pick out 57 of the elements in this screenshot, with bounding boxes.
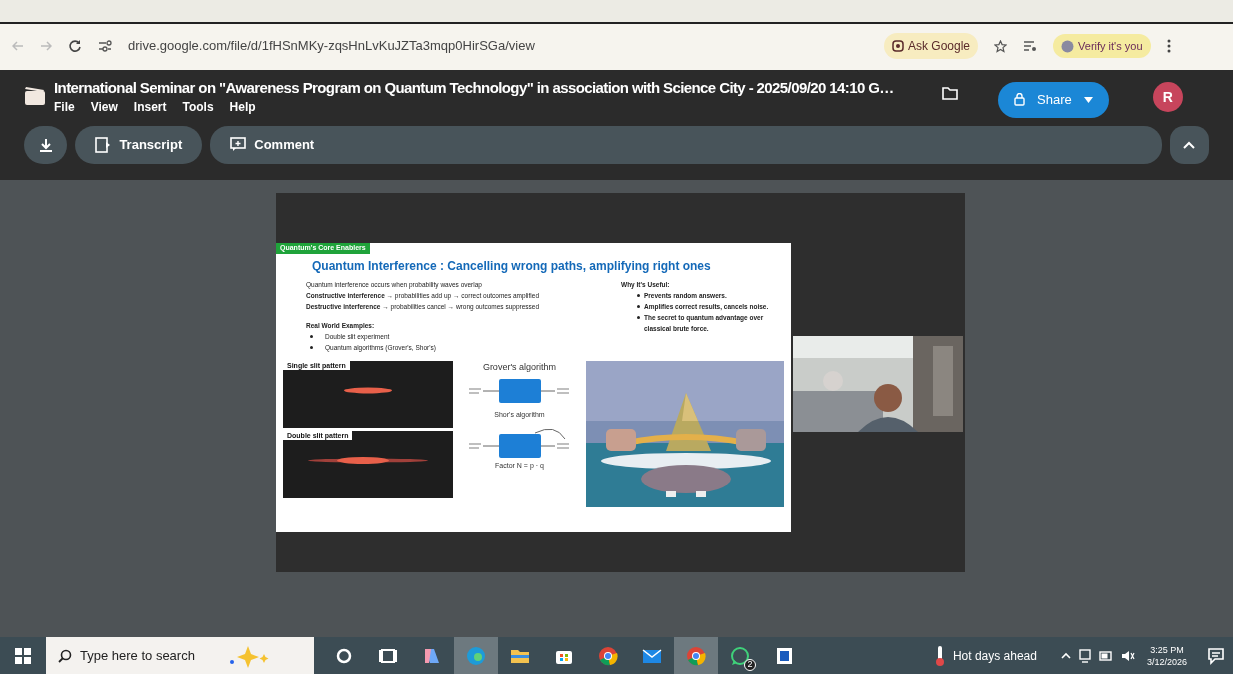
menu-item[interactable]: Help (229, 98, 256, 116)
more-icon[interactable] (1166, 39, 1171, 53)
chevron-up-icon[interactable] (1060, 652, 1071, 659)
transcript-button[interactable]: Transcript (75, 125, 203, 164)
menu-item[interactable]: Insert (133, 98, 167, 116)
browser-icon (465, 644, 487, 667)
file-title: International Seminar on "Awareness Program on Quantum Technology" in association with Science City - 2025/09/20 14:10 G… (54, 78, 894, 98)
browser-icon (685, 644, 707, 667)
transcript-icon (95, 136, 112, 153)
weather-text[interactable]: Hot days ahead (952, 646, 1037, 665)
avatar[interactable]: R (1152, 82, 1183, 112)
bookmark-star-icon[interactable] (994, 39, 1008, 53)
folder-icon[interactable] (942, 86, 958, 100)
chat-icon (729, 644, 751, 667)
collapse-button[interactable] (1169, 125, 1209, 164)
video-file-icon (24, 86, 46, 106)
share-button[interactable]: Share (998, 82, 1109, 118)
menu-item[interactable]: File (54, 98, 75, 116)
speaker-icon[interactable] (1120, 649, 1135, 662)
media-icon[interactable] (1023, 40, 1038, 52)
bullet-icon (637, 293, 640, 297)
menu-item[interactable]: Tools (182, 98, 214, 116)
glow-drawing (344, 386, 392, 394)
dropdown-icon (1083, 96, 1093, 103)
slide-heading: Quantum Interference : Cancelling wrong paths, amplifying right ones (312, 257, 712, 275)
bullet-icon (310, 334, 313, 338)
bullet-icon (637, 315, 640, 319)
windows-icon (15, 647, 31, 664)
lock-icon (1014, 93, 1025, 107)
notifications-icon[interactable] (1207, 646, 1225, 665)
search-field[interactable]: Type here to search (46, 637, 314, 674)
clock-time[interactable]: 3:25 PM (1150, 643, 1184, 656)
download-icon (38, 137, 53, 152)
thermometer-icon (934, 644, 945, 667)
reload-icon[interactable] (68, 39, 82, 53)
network-icon[interactable] (1078, 648, 1091, 663)
profile-button[interactable]: Verify it's you (1053, 33, 1151, 59)
diagram-title: Grover's algorithm (482, 360, 557, 374)
bullet-icon (310, 345, 313, 349)
lens-icon (892, 40, 904, 52)
download-button[interactable] (24, 125, 68, 164)
address-field[interactable]: drive.google.com/file/d/1fHSnMKy-zqsHnLvKuJZTa3mqp0HirSGa/view (128, 36, 868, 56)
bullet-icon (637, 304, 640, 308)
badge: 2 (744, 659, 756, 671)
taskbar-app[interactable]: 2 (718, 637, 762, 674)
search-icon (58, 648, 72, 663)
site-settings-icon[interactable] (98, 40, 112, 52)
battery-icon[interactable] (1098, 650, 1113, 661)
chevron-up-icon (1183, 140, 1196, 149)
avatar-icon (1061, 39, 1075, 53)
search-input: Type here to search (80, 645, 220, 666)
comment-icon (230, 137, 247, 152)
comment-button[interactable]: Comment (230, 134, 315, 155)
menu-item[interactable]: View (90, 98, 118, 116)
ask-google-button[interactable]: Ask Google (884, 33, 979, 59)
clock-date[interactable]: 3/12/2026 (1146, 655, 1187, 668)
browser-icon (597, 644, 619, 667)
